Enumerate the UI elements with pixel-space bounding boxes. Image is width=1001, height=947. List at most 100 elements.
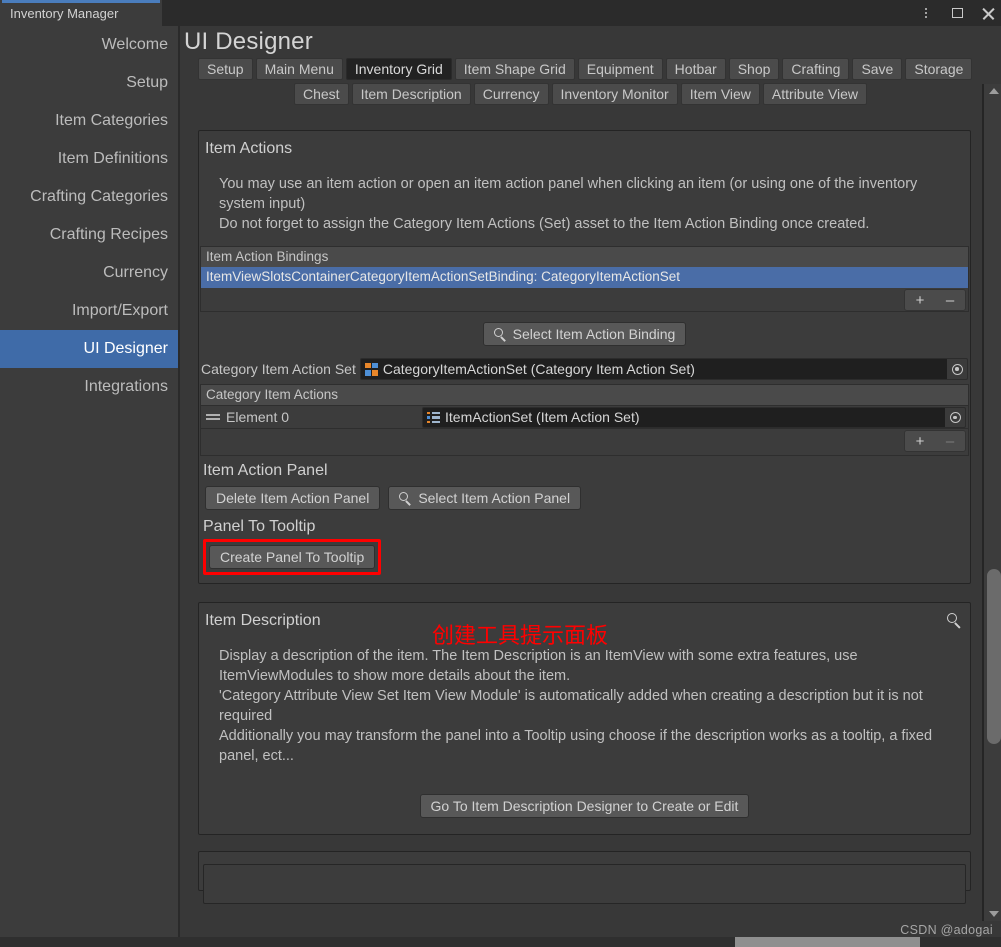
bottom-strip — [0, 937, 1001, 947]
editor-tab-inventory-manager[interactable]: Inventory Manager — [0, 0, 162, 26]
scroll-viewport: Item Actions You may use an item action … — [182, 110, 987, 947]
element-object-value: ItemActionSet (Item Action Set) — [445, 409, 640, 425]
scroll-up-arrow-icon[interactable] — [987, 86, 1000, 96]
sidebar-item-currency[interactable]: Currency — [0, 254, 180, 292]
tab-equipment[interactable]: Equipment — [577, 58, 663, 80]
sidebar-item-item-definitions[interactable]: Item Definitions — [0, 140, 180, 178]
create-panel-to-tooltip-wrapper: Create Panel To Tooltip — [203, 539, 382, 575]
tab-item-view[interactable]: Item View — [680, 83, 760, 105]
tab-storage[interactable]: Storage — [905, 58, 973, 80]
tab-setup[interactable]: Setup — [198, 58, 253, 80]
item-actions-title: Item Actions — [205, 140, 293, 157]
search-icon[interactable] — [945, 611, 963, 629]
category-item-action-set-label: Category Item Action Set — [201, 361, 356, 377]
editor-tab-label: Inventory Manager — [10, 6, 119, 21]
tab-crafting[interactable]: Crafting — [782, 58, 850, 80]
sidebar-item-item-categories[interactable]: Item Categories — [0, 102, 180, 140]
table-row: Element 0 ItemActionSet (Item Action Set… — [201, 406, 968, 429]
tab-shop[interactable]: Shop — [728, 58, 780, 80]
item-action-bindings-footer: + – — [200, 288, 969, 312]
main-content: UI Designer Setup Main Menu Inventory Gr… — [182, 26, 1001, 947]
select-item-action-panel-button[interactable]: Select Item Action Panel — [388, 486, 582, 510]
tab-currency[interactable]: Currency — [473, 83, 549, 105]
sidebar-item-welcome[interactable]: Welcome — [0, 26, 180, 64]
create-panel-to-tooltip-button[interactable]: Create Panel To Tooltip — [209, 545, 376, 569]
item-actions-group: Item Actions You may use an item action … — [198, 130, 971, 584]
category-item-action-set-field[interactable]: CategoryItemActionSet (Category Item Act… — [359, 358, 968, 380]
sidebar: Welcome Setup Item Categories Item Defin… — [0, 26, 180, 947]
select-item-action-binding-label: Select Item Action Binding — [512, 326, 676, 342]
object-picker-button[interactable] — [947, 359, 967, 379]
tab-save[interactable]: Save — [852, 58, 903, 80]
item-action-panel-title: Item Action Panel — [203, 462, 328, 479]
sidebar-divider — [178, 26, 180, 947]
select-item-action-binding-button[interactable]: Select Item Action Binding — [482, 322, 687, 346]
close-icon[interactable] — [979, 4, 997, 22]
scrollbar-thumb[interactable] — [987, 569, 1001, 744]
tab-accent-bar — [2, 0, 160, 3]
sidebar-item-crafting-categories[interactable]: Crafting Categories — [0, 178, 180, 216]
select-item-action-panel-label: Select Item Action Panel — [418, 490, 571, 506]
go-to-item-description-designer-button[interactable]: Go To Item Description Designer to Creat… — [419, 794, 750, 818]
category-item-actions-footer: + – — [201, 429, 968, 455]
tab-item-shape-grid[interactable]: Item Shape Grid — [454, 58, 575, 80]
tabbar-row-2: Chest Item Description Currency Inventor… — [294, 83, 1001, 105]
scriptable-object-icon — [364, 362, 378, 376]
tab-hotbar[interactable]: Hotbar — [665, 58, 726, 80]
scroll-down-arrow-icon[interactable] — [987, 909, 1000, 919]
element-label: Element 0 — [226, 409, 290, 425]
category-item-actions-header: Category Item Actions — [201, 385, 968, 406]
list-item[interactable]: ItemViewSlotsContainerCategoryItemAction… — [200, 267, 969, 288]
item-action-bindings-header: Item Action Bindings — [200, 246, 969, 267]
next-group-partial — [198, 851, 971, 904]
element-object-field[interactable]: ItemActionSet (Item Action Set) — [422, 406, 966, 428]
bottom-strip-highlight — [735, 937, 920, 947]
category-item-actions-array: Category Item Actions Element 0 ItemActi… — [200, 384, 969, 456]
item-description-action-row: Go To Item Description Designer to Creat… — [199, 784, 970, 834]
more-options-icon[interactable] — [917, 4, 935, 22]
window-titlebar: Inventory Manager — [0, 0, 1001, 26]
tab-inventory-monitor[interactable]: Inventory Monitor — [551, 83, 678, 105]
item-action-set-icon — [427, 411, 440, 424]
tabbar-row-1: Setup Main Menu Inventory Grid Item Shap… — [198, 58, 988, 80]
delete-item-action-panel-button[interactable]: Delete Item Action Panel — [205, 486, 381, 510]
vertical-scrollbar[interactable] — [982, 84, 1001, 921]
panel-to-tooltip-buttons: Create Panel To Tooltip — [199, 539, 970, 583]
list-add-remove-group: + – — [904, 289, 966, 311]
tab-chest[interactable]: Chest — [294, 83, 349, 105]
remove-binding-button[interactable]: – — [935, 290, 965, 310]
scroll-content: Item Actions You may use an item action … — [182, 130, 987, 904]
maximize-icon[interactable] — [948, 4, 966, 22]
search-icon — [399, 491, 412, 506]
next-group-inner — [203, 864, 966, 904]
sidebar-item-import-export[interactable]: Import/Export — [0, 292, 180, 330]
category-item-action-set-value: CategoryItemActionSet (Category Item Act… — [382, 361, 695, 377]
object-picker-button[interactable] — [945, 407, 965, 427]
drag-handle-icon[interactable] — [206, 414, 220, 420]
item-action-bindings-list: Item Action Bindings ItemViewSlotsContai… — [200, 246, 969, 312]
unity-editor-window: Inventory Manager Welcome Setup Item Cat… — [0, 0, 1001, 947]
tab-item-description[interactable]: Item Description — [351, 83, 471, 105]
page-title: UI Designer — [184, 28, 313, 55]
panel-to-tooltip-title: Panel To Tooltip — [203, 518, 316, 535]
window-controls — [917, 0, 997, 26]
item-actions-help: You may use an item action or open an it… — [219, 176, 918, 232]
category-item-action-set-row: Category Item Action Set CategoryItemAct… — [199, 354, 970, 382]
tab-inventory-grid[interactable]: Inventory Grid — [345, 58, 452, 80]
annotation-text: 创建工具提示面板 — [432, 623, 609, 648]
remove-element-button[interactable]: – — [935, 431, 965, 451]
array-add-remove-group: + – — [904, 430, 966, 452]
add-binding-button[interactable]: + — [905, 290, 935, 310]
sidebar-item-crafting-recipes[interactable]: Crafting Recipes — [0, 216, 180, 254]
sidebar-item-setup[interactable]: Setup — [0, 64, 180, 102]
search-icon — [493, 327, 507, 342]
item-action-panel-buttons: Delete Item Action Panel Select Item Act… — [199, 484, 970, 512]
tab-main-menu[interactable]: Main Menu — [255, 58, 343, 80]
add-element-button[interactable]: + — [905, 431, 935, 451]
item-description-help: Display a description of the item. The I… — [219, 648, 933, 764]
select-binding-row: Select Item Action Binding — [199, 312, 970, 354]
sidebar-item-ui-designer[interactable]: UI Designer — [0, 330, 180, 368]
tab-attribute-view[interactable]: Attribute View — [762, 83, 868, 105]
sidebar-item-integrations[interactable]: Integrations — [0, 368, 180, 406]
watermark: CSDN @adogai — [900, 923, 993, 937]
